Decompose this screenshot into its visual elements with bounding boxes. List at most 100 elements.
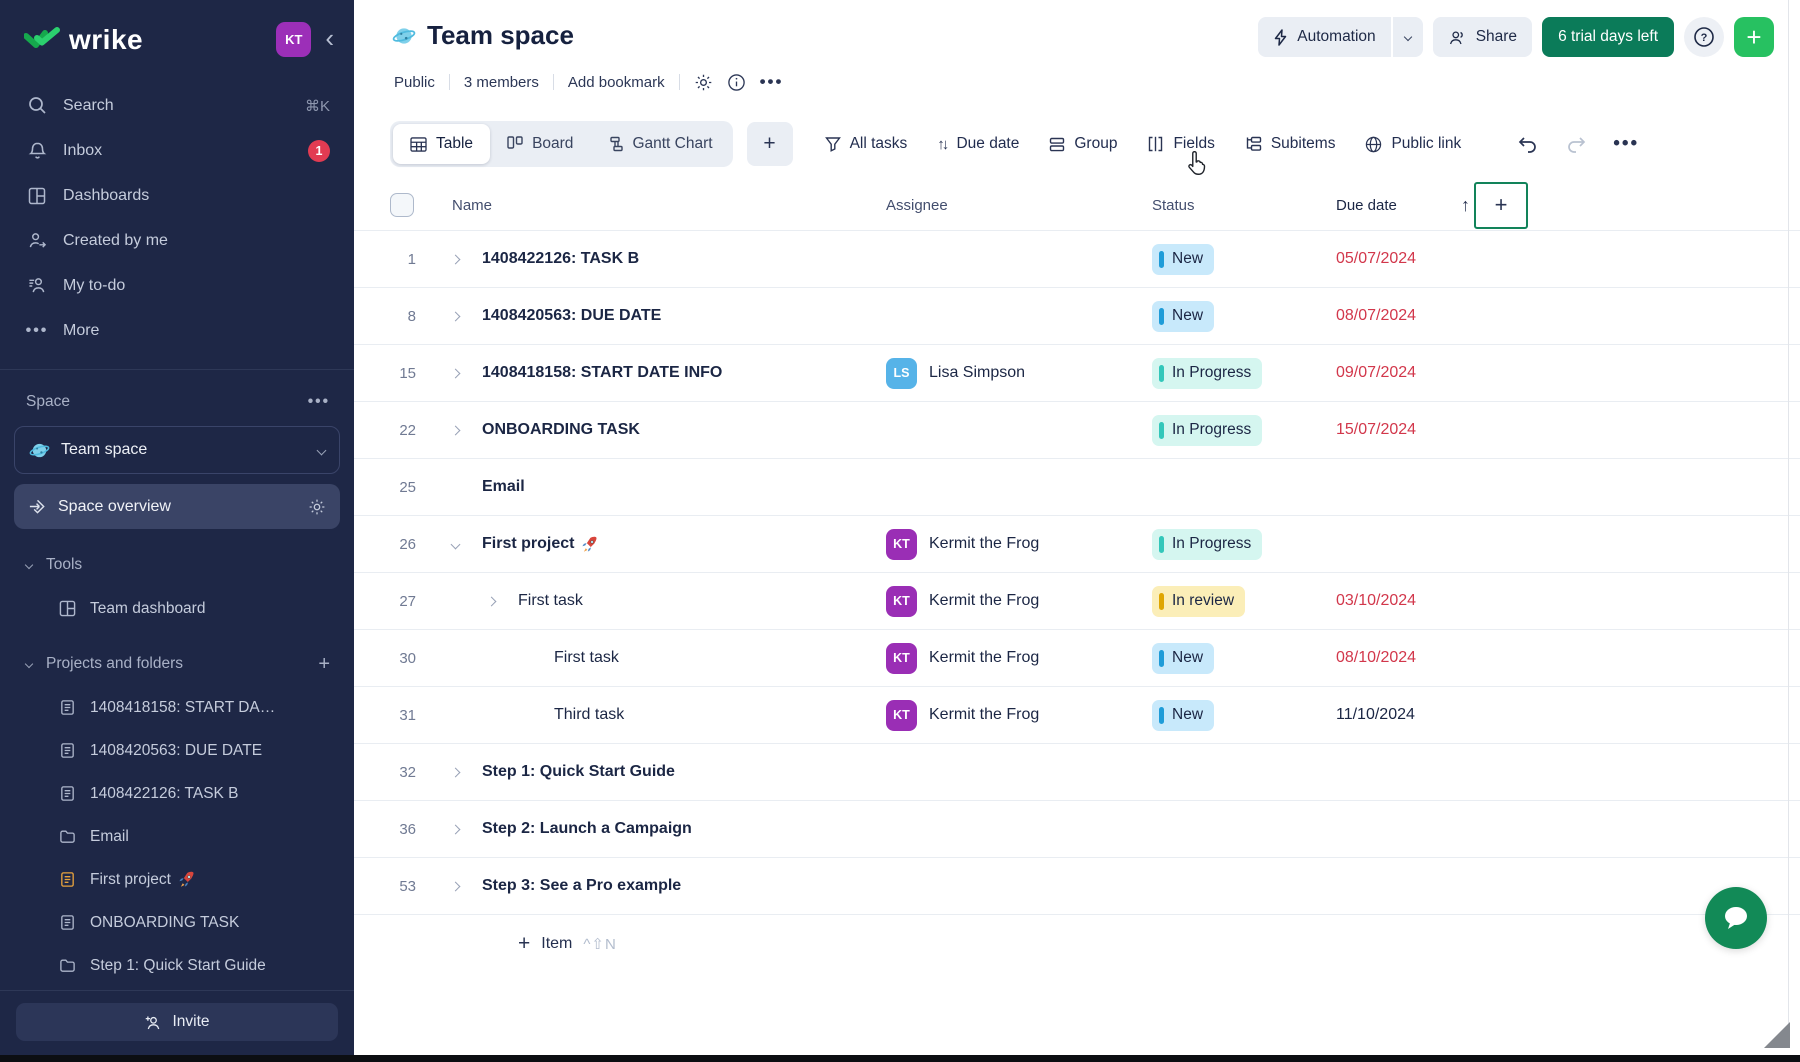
sidebar-project-item[interactable]: ONBOARDING TASK: [0, 901, 354, 944]
public-link-button[interactable]: Public link: [1365, 135, 1461, 153]
tab-board[interactable]: Board: [490, 124, 590, 164]
sidebar-item-space-overview[interactable]: Space overview: [14, 484, 340, 529]
table-row[interactable]: 36 Step 2: Launch a Campaign: [354, 801, 1800, 858]
due-date[interactable]: 03/10/2024: [1336, 592, 1416, 609]
row-expand-chevron[interactable]: [452, 427, 482, 434]
tab-table[interactable]: Table: [393, 124, 490, 164]
sidebar-item-created-by-me[interactable]: Created by me: [0, 218, 354, 263]
user-avatar[interactable]: KT: [276, 22, 311, 57]
table-row[interactable]: 22 ONBOARDING TASK In Progress 15/07/202…: [354, 402, 1800, 459]
due-date[interactable]: 05/07/2024: [1336, 250, 1416, 267]
status-badge[interactable]: In review: [1152, 586, 1245, 617]
status-badge[interactable]: In Progress: [1152, 415, 1262, 446]
table-row[interactable]: 53 Step 3: See a Pro example: [354, 858, 1800, 915]
subitems-button[interactable]: Subitems: [1245, 135, 1336, 153]
info-icon[interactable]: [727, 73, 746, 92]
sidebar-item-dashboards[interactable]: Dashboards: [0, 173, 354, 218]
trial-days-button[interactable]: 6 trial days left: [1542, 17, 1674, 57]
row-expand-chevron[interactable]: [452, 883, 482, 890]
fields-button[interactable]: Fields: [1147, 135, 1214, 153]
assignee-avatar[interactable]: LS: [886, 358, 917, 389]
task-name[interactable]: 1408418158: START DATE INFO: [482, 364, 722, 382]
task-name[interactable]: 1408422126: TASK B: [482, 250, 639, 268]
row-expand-chevron[interactable]: [452, 313, 482, 320]
task-name[interactable]: First project: [482, 535, 574, 553]
row-expand-chevron[interactable]: [452, 484, 482, 491]
status-badge[interactable]: New: [1152, 244, 1214, 275]
invite-button[interactable]: Invite: [16, 1003, 338, 1041]
sidebar-project-item[interactable]: 1408422126: TASK B: [0, 772, 354, 815]
status-badge[interactable]: New: [1152, 700, 1214, 731]
select-all-checkbox[interactable]: [390, 193, 414, 217]
add-column-button[interactable]: +: [1474, 182, 1528, 229]
table-row[interactable]: 1 1408422126: TASK B New 05/07/2024: [354, 231, 1800, 288]
table-row[interactable]: 8 1408420563: DUE DATE New 08/07/2024: [354, 288, 1800, 345]
add-project-icon[interactable]: +: [318, 653, 330, 676]
due-date[interactable]: 09/07/2024: [1336, 364, 1416, 381]
gear-icon[interactable]: [308, 498, 326, 516]
undo-icon[interactable]: [1517, 135, 1539, 153]
sidebar-project-item[interactable]: First project: [0, 858, 354, 901]
task-name[interactable]: 1408420563: DUE DATE: [482, 307, 661, 325]
help-button[interactable]: ?: [1684, 17, 1724, 57]
task-name[interactable]: Step 2: Launch a Campaign: [482, 820, 692, 838]
table-row[interactable]: 26 First project KT Kermit the Frog In P…: [354, 516, 1800, 573]
gear-icon[interactable]: [694, 73, 713, 92]
task-name[interactable]: First task: [554, 649, 619, 667]
share-button[interactable]: Share: [1433, 17, 1532, 57]
sidebar-item-more[interactable]: ••• More: [0, 308, 354, 353]
status-badge[interactable]: New: [1152, 643, 1214, 674]
sidebar-project-item[interactable]: 1408418158: START DA…: [0, 686, 354, 729]
row-expand-chevron[interactable]: [452, 541, 482, 548]
window-resize-handle[interactable]: [1764, 1022, 1790, 1048]
sidebar-item-search[interactable]: Search ⌘K: [0, 83, 354, 128]
assignee-avatar[interactable]: KT: [886, 700, 917, 731]
automation-button[interactable]: Automation: [1258, 17, 1390, 57]
task-name[interactable]: Email: [482, 478, 525, 496]
wrike-logo[interactable]: wrike: [24, 24, 143, 56]
task-name[interactable]: Third task: [554, 706, 624, 724]
task-name[interactable]: First task: [518, 592, 583, 610]
table-row[interactable]: 30 First task KT Kermit the Frog New 08/…: [354, 630, 1800, 687]
assignee-avatar[interactable]: KT: [886, 586, 917, 617]
sidebar-item-my-todo[interactable]: My to-do: [0, 263, 354, 308]
row-expand-chevron[interactable]: [452, 769, 482, 776]
table-row[interactable]: 15 1408418158: START DATE INFO LS Lisa S…: [354, 345, 1800, 402]
sidebar-project-item[interactable]: Step 1: Quick Start Guide: [0, 944, 354, 987]
space-options-icon[interactable]: •••: [308, 393, 330, 411]
row-expand-chevron[interactable]: [452, 256, 482, 263]
sidebar-item-team-dashboard[interactable]: Team dashboard: [0, 587, 354, 630]
add-item-row[interactable]: + Item ^⇧N: [354, 915, 1800, 973]
row-expand-chevron[interactable]: [524, 712, 554, 719]
row-expand-chevron[interactable]: [452, 370, 482, 377]
filter-button[interactable]: All tasks: [825, 135, 908, 153]
column-assignee[interactable]: Assignee: [874, 197, 1144, 214]
chat-bubble-button[interactable]: [1705, 887, 1767, 949]
tab-gantt-chart[interactable]: Gantt Chart: [590, 124, 729, 164]
more-options-icon[interactable]: •••: [760, 72, 784, 92]
redo-icon[interactable]: [1565, 135, 1587, 153]
tools-section-header[interactable]: Tools: [0, 543, 354, 587]
sidebar-collapse-icon[interactable]: ‹: [325, 25, 334, 54]
table-row[interactable]: 31 Third task KT Kermit the Frog New 11/…: [354, 687, 1800, 744]
task-name[interactable]: Step 3: See a Pro example: [482, 877, 681, 895]
table-row[interactable]: 32 Step 1: Quick Start Guide: [354, 744, 1800, 801]
task-name[interactable]: Step 1: Quick Start Guide: [482, 763, 675, 781]
group-button[interactable]: Group: [1049, 135, 1117, 153]
due-date[interactable]: 08/07/2024: [1336, 307, 1416, 324]
sidebar-project-item[interactable]: Email: [0, 815, 354, 858]
create-new-button[interactable]: +: [1734, 17, 1774, 57]
status-badge[interactable]: In Progress: [1152, 358, 1262, 389]
table-row[interactable]: 25 Email: [354, 459, 1800, 516]
column-name[interactable]: Name: [424, 197, 874, 214]
status-badge[interactable]: New: [1152, 301, 1214, 332]
members-link[interactable]: 3 members: [464, 74, 539, 91]
automation-dropdown-button[interactable]: [1393, 17, 1423, 57]
assignee-avatar[interactable]: KT: [886, 643, 917, 674]
due-date[interactable]: 15/07/2024: [1336, 421, 1416, 438]
column-due-date[interactable]: Due date: [1336, 197, 1397, 214]
row-expand-chevron[interactable]: [488, 598, 518, 605]
task-name[interactable]: ONBOARDING TASK: [482, 421, 640, 439]
due-date[interactable]: 08/10/2024: [1336, 649, 1416, 666]
projects-section-header[interactable]: Projects and folders +: [0, 642, 354, 686]
